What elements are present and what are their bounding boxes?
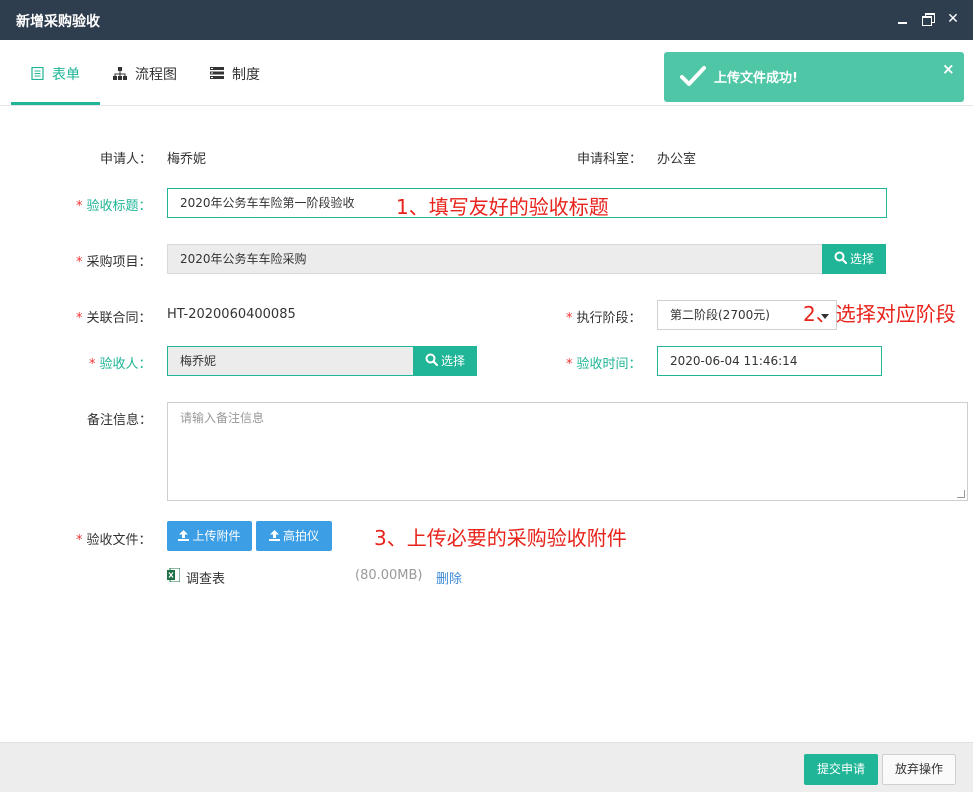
files-label: * 验收文件： — [76, 529, 152, 548]
required-mark: * — [566, 357, 573, 372]
sitemap-icon — [113, 66, 127, 84]
restore-icon[interactable] — [921, 12, 935, 26]
tab-flowchart[interactable]: 流程图 — [113, 64, 177, 105]
document-camera-button[interactable]: 高拍仪 — [256, 521, 332, 551]
applicant-value: 梅乔妮 — [167, 152, 207, 167]
submit-button[interactable]: 提交申请 — [804, 754, 878, 785]
required-mark: * — [566, 311, 573, 326]
title-label-text: 验收标题： — [86, 199, 152, 214]
stage-select-value: 第二阶段(2700元) — [670, 308, 770, 322]
contract-value: HT-2020060400085 — [167, 307, 296, 322]
annotation-note-1: 1、填写友好的验收标题 — [396, 195, 609, 219]
time-label: * 验收时间： — [566, 353, 642, 372]
annotation-note-3: 3、上传必要的采购验收附件 — [374, 526, 627, 550]
project-label-text: 采购项目： — [86, 255, 152, 270]
project-input[interactable]: 2020年公务车车险采购 — [167, 244, 823, 274]
document-camera-label: 高拍仪 — [282, 529, 319, 543]
required-mark: * — [76, 199, 83, 214]
excel-file-icon — [167, 567, 181, 583]
file-delete-link[interactable]: 删除 — [436, 568, 462, 587]
project-select-label: 选择 — [849, 252, 874, 266]
upload-attachment-button[interactable]: 上传附件 — [167, 521, 252, 551]
stage-label-text: 执行阶段： — [576, 311, 642, 326]
required-mark: * — [76, 311, 83, 326]
department-label: 申请科室： — [577, 152, 643, 167]
project-label: * 采购项目： — [76, 251, 152, 270]
required-mark: * — [76, 533, 83, 548]
applicant-label: 申请人： — [100, 152, 153, 167]
success-toast: 上传文件成功! × — [664, 52, 964, 102]
remark-textarea[interactable]: 请输入备注信息 — [167, 402, 968, 501]
footer-bar: 提交申请 放弃操作 — [0, 742, 973, 792]
annotation-note-2: 2、选择对应阶段 — [803, 302, 956, 326]
contract-label: * 关联合同： — [76, 307, 152, 326]
acceptor-label: * 验收人： — [89, 353, 152, 372]
department-value: 办公室 — [657, 152, 697, 167]
required-mark: * — [89, 357, 96, 372]
minimize-icon[interactable] — [896, 12, 910, 26]
required-mark: * — [76, 255, 83, 270]
file-size: (80.00MB) — [355, 568, 423, 583]
tab-policy[interactable]: 制度 — [210, 64, 260, 105]
window-title: 新增采购验收 — [16, 14, 100, 30]
acceptor-select-button[interactable]: 选择 — [413, 346, 477, 376]
upload-icon — [268, 522, 280, 552]
acceptor-input[interactable]: 梅乔妮 — [167, 346, 414, 376]
acceptor-select-label: 选择 — [440, 354, 465, 368]
title-label: * 验收标题： — [76, 195, 152, 214]
form-icon — [31, 66, 44, 84]
time-label-text: 验收时间： — [576, 357, 642, 372]
upload-attachment-label: 上传附件 — [192, 529, 241, 543]
upload-icon — [178, 522, 190, 552]
tab-form-label: 表单 — [52, 67, 80, 83]
files-label-text: 验收文件： — [86, 533, 152, 548]
tab-policy-label: 制度 — [232, 67, 260, 83]
resize-grip-icon[interactable] — [957, 490, 965, 498]
remark-placeholder: 请输入备注信息 — [180, 411, 265, 425]
list-icon — [210, 67, 224, 83]
time-input[interactable]: 2020-06-04 11:46:14 — [657, 346, 882, 376]
toast-close-icon[interactable]: × — [942, 60, 955, 78]
toast-message: 上传文件成功! — [714, 71, 798, 86]
project-select-button[interactable]: 选择 — [822, 244, 886, 274]
discard-button[interactable]: 放弃操作 — [882, 754, 956, 785]
search-icon — [425, 347, 439, 377]
remark-label: 备注信息： — [87, 413, 153, 428]
search-icon — [834, 245, 848, 275]
acceptor-label-text: 验收人： — [99, 357, 152, 372]
file-name: 调查表 — [186, 572, 226, 587]
tab-form[interactable]: 表单 — [11, 64, 100, 105]
window-titlebar: 新增采购验收 ✕ — [0, 0, 973, 40]
tab-flowchart-label: 流程图 — [135, 67, 177, 83]
close-icon[interactable]: ✕ — [946, 12, 960, 26]
stage-label: * 执行阶段： — [566, 307, 642, 326]
checkmark-icon — [680, 65, 706, 91]
contract-label-text: 关联合同： — [86, 311, 152, 326]
